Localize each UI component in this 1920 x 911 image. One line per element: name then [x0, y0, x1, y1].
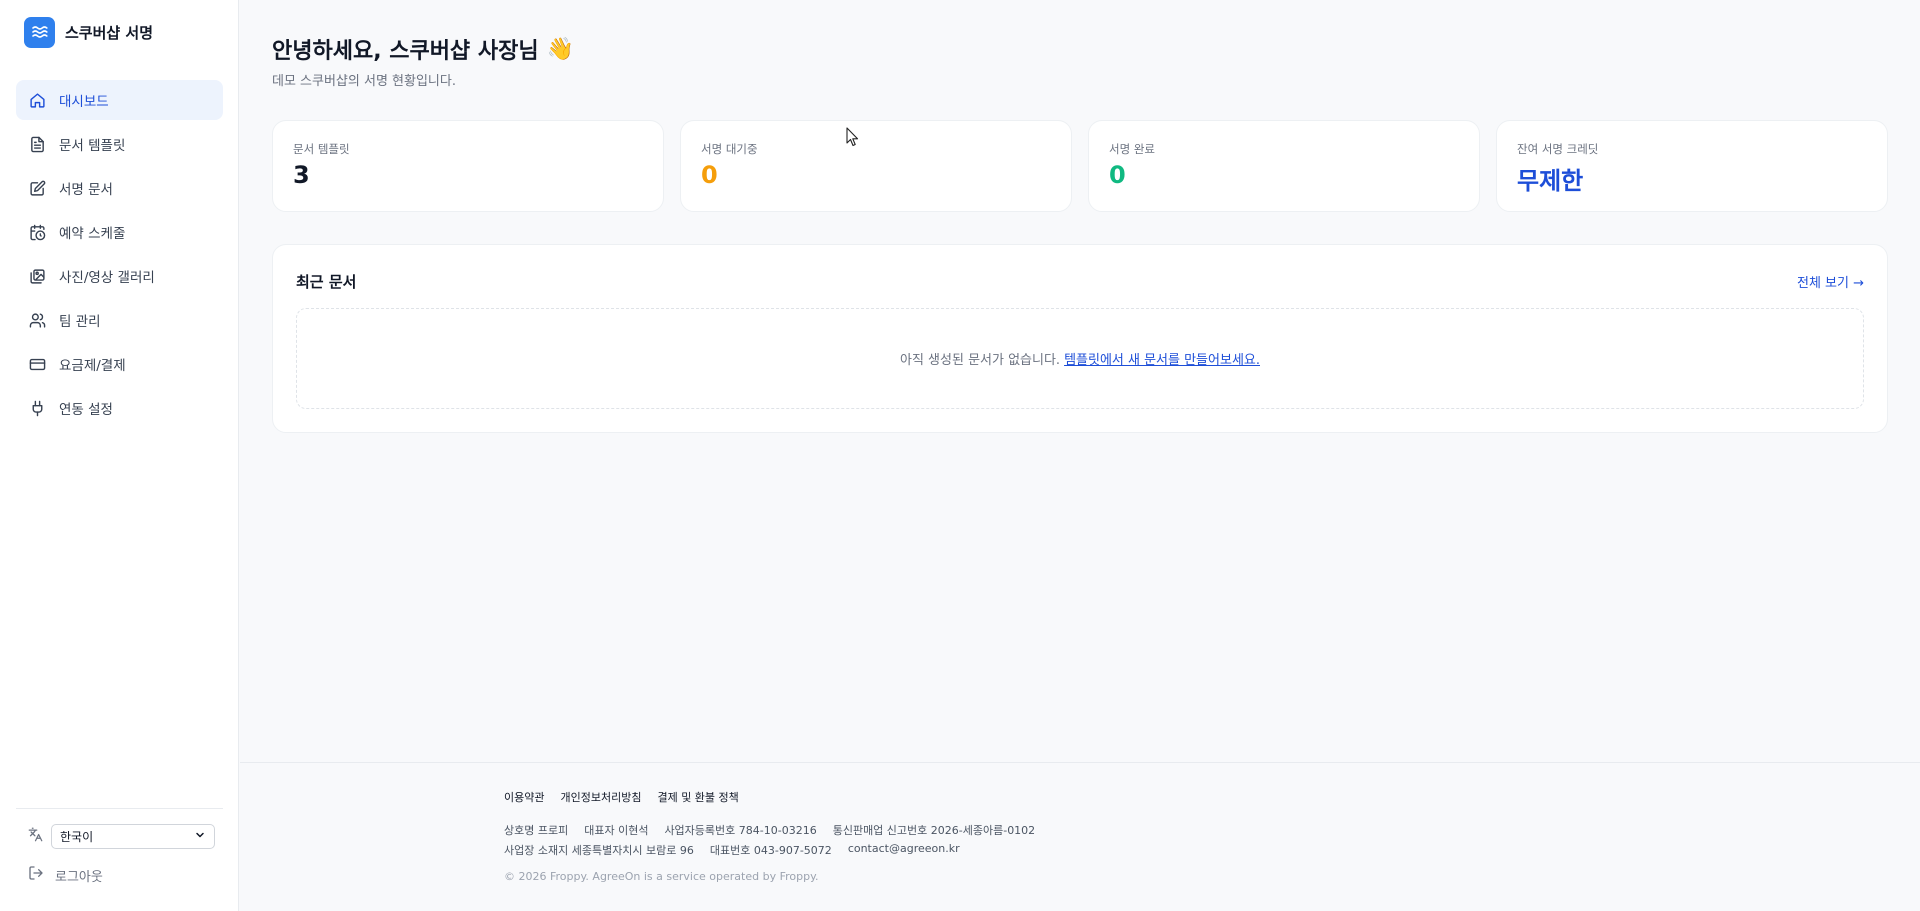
stat-label: 서명 완료 — [1109, 142, 1155, 156]
waves-icon — [24, 16, 55, 48]
brand-name: 스쿠버샵 서명 — [65, 23, 154, 42]
file-text-icon — [28, 135, 46, 153]
empty-state: 아직 생성된 문서가 없습니다. 템플릿에서 새 문서를 만들어보세요. — [296, 308, 1864, 409]
stat-label: 잔여 서명 크레딧 — [1517, 142, 1599, 156]
business-info: 사업자등록번호 784-10-03216 — [664, 824, 817, 837]
footer: 이용약관 개인정보처리방침 결제 및 환불 정책 상호명 프로피 대표자 이현석… — [240, 762, 1920, 911]
logout-label: 로그아웃 — [55, 869, 103, 885]
stat-card-credits[interactable]: 잔여 서명 크레딧 무제한 — [1496, 120, 1888, 212]
business-info: 대표번호 043-907-5072 — [709, 844, 832, 857]
sidebar-item-integrations[interactable]: 연동 설정 — [16, 388, 223, 428]
sidebar-item-label: 문서 템플릿 — [59, 138, 126, 154]
create-from-template-link[interactable]: 템플릿에서 새 문서를 만들어보세요. — [1064, 349, 1260, 368]
stat-card-templates[interactable]: 문서 템플릿 3 — [272, 120, 664, 212]
view-all-link[interactable]: 전체 보기 → — [1797, 272, 1864, 291]
copyright: © 2026 Froppy. AgreeOn is a service oper… — [504, 870, 819, 883]
sidebar-item-team[interactable]: 팀 관리 — [16, 300, 223, 340]
brand[interactable]: 스쿠버샵 서명 — [24, 16, 154, 48]
sidebar-item-billing[interactable]: 요금제/결제 — [16, 344, 223, 384]
sidebar-item-dashboard[interactable]: 대시보드 — [16, 80, 223, 120]
home-icon — [28, 91, 46, 109]
refund-policy-link[interactable]: 결제 및 환불 정책 — [657, 789, 738, 805]
stat-label: 서명 대기중 — [701, 142, 758, 156]
recent-documents-title: 최근 문서 — [296, 273, 357, 291]
contact-email: contact@agreeon.kr — [847, 842, 960, 855]
sidebar-item-label: 연동 설정 — [59, 402, 113, 418]
language-select[interactable]: 한국이 — [51, 824, 215, 849]
language-selector: 한국이 — [28, 824, 215, 849]
sidebar-item-label: 요금제/결제 — [59, 358, 126, 374]
stat-value: 3 — [293, 161, 310, 189]
sidebar-divider — [16, 808, 223, 809]
users-icon — [28, 311, 46, 329]
logout-button[interactable]: 로그아웃 — [28, 865, 103, 885]
stat-value: 0 — [701, 161, 718, 189]
sidebar-item-label: 사진/영상 갤러리 — [59, 270, 155, 286]
recent-documents-card: 최근 문서 전체 보기 → 아직 생성된 문서가 없습니다. 템플릿에서 새 문… — [272, 244, 1888, 433]
sidebar: 스쿠버샵 서명 대시보드 문서 템플릿 서명 문서 예약 스케줄 사진/영상 갤… — [0, 0, 239, 911]
empty-state-text: 아직 생성된 문서가 없습니다. — [900, 353, 1061, 368]
sidebar-item-signed-documents[interactable]: 서명 문서 — [16, 168, 223, 208]
sidebar-item-gallery[interactable]: 사진/영상 갤러리 — [16, 256, 223, 296]
sidebar-item-schedule[interactable]: 예약 스케줄 — [16, 212, 223, 252]
sidebar-nav: 대시보드 문서 템플릿 서명 문서 예약 스케줄 사진/영상 갤러리 팀 관리 … — [16, 80, 223, 432]
business-info: 상호명 프로피 — [504, 824, 569, 837]
page-subtitle: 데모 스쿠버샵의 서명 현황입니다. — [272, 74, 456, 89]
plug-icon — [28, 399, 46, 417]
business-info: 대표자 이현석 — [584, 824, 649, 837]
privacy-link[interactable]: 개인정보처리방침 — [560, 789, 641, 805]
terms-link[interactable]: 이용약관 — [504, 789, 544, 805]
waving-hand-icon: 👋 — [546, 36, 574, 62]
chevron-down-icon — [194, 829, 206, 844]
page-title: 안녕하세요, 스쿠버샵 사장님 👋 — [272, 33, 574, 65]
credit-card-icon — [28, 355, 46, 373]
logout-icon — [28, 865, 44, 885]
mouse-cursor-icon — [846, 127, 860, 151]
business-info-line-1: 상호명 프로피 대표자 이현석 사업자등록번호 784-10-03216 통신판… — [504, 822, 1051, 838]
pen-square-icon — [28, 179, 46, 197]
stat-label: 문서 템플릿 — [293, 142, 350, 156]
translate-icon — [28, 827, 43, 846]
stat-card-completed[interactable]: 서명 완료 0 — [1088, 120, 1480, 212]
sidebar-item-templates[interactable]: 문서 템플릿 — [16, 124, 223, 164]
language-value: 한국이 — [60, 830, 94, 844]
sidebar-item-label: 예약 스케줄 — [59, 226, 126, 242]
business-info: 사업장 소재지 세종특별자치시 보람로 96 — [504, 844, 694, 857]
calendar-clock-icon — [28, 223, 46, 241]
business-info: 통신판매업 신고번호 2026-세종아름-0102 — [832, 824, 1036, 837]
stat-value: 무제한 — [1517, 167, 1584, 195]
greeting-text: 안녕하세요, 스쿠버샵 사장님 — [272, 39, 539, 64]
stat-value: 0 — [1109, 161, 1126, 189]
sidebar-item-label: 서명 문서 — [59, 182, 113, 198]
sidebar-item-label: 대시보드 — [59, 94, 109, 110]
gallery-icon — [28, 267, 46, 285]
stat-card-pending[interactable]: 서명 대기중 0 — [680, 120, 1072, 212]
footer-links: 이용약관 개인정보처리방침 결제 및 환불 정책 — [504, 789, 755, 805]
sidebar-item-label: 팀 관리 — [59, 314, 101, 330]
business-info-line-2: 사업장 소재지 세종특별자치시 보람로 96 대표번호 043-907-5072… — [504, 842, 976, 858]
